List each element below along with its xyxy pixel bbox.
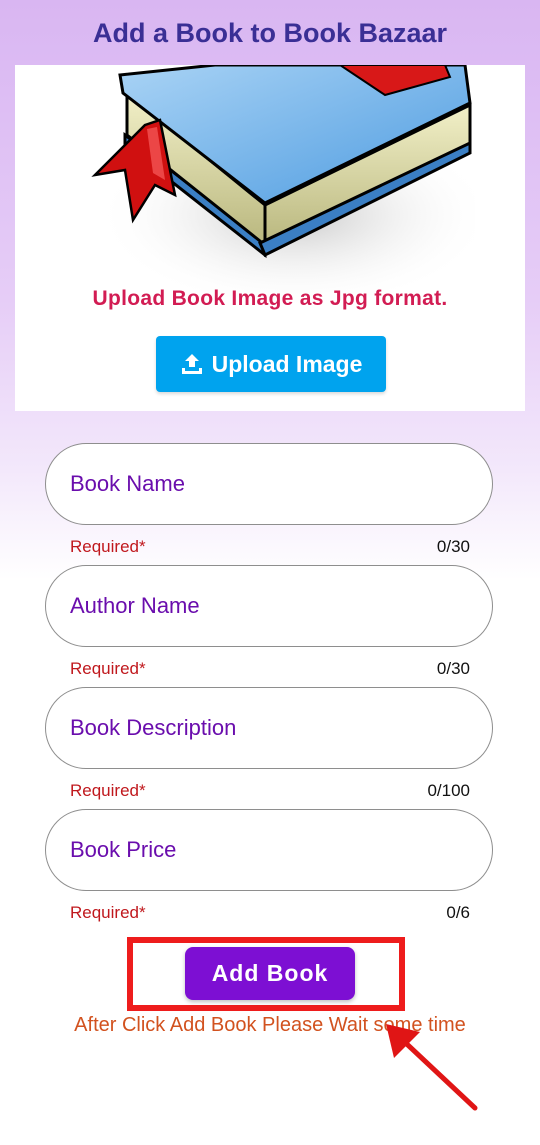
upload-image-button[interactable]: Upload Image (156, 336, 386, 392)
book-name-field[interactable]: Book Name (45, 443, 493, 525)
book-price-field[interactable]: Book Price (45, 809, 493, 891)
char-counter: 0/30 (436, 537, 470, 556)
upload-hint-text: Upload Book Image as Jpg format. (92, 287, 448, 310)
author-name-field[interactable]: Author Name (45, 565, 493, 647)
annotation-arrow-icon (386, 1024, 478, 1111)
required-label: Required* (70, 537, 146, 556)
book-price-placeholder: Book Price (70, 837, 177, 862)
char-counter: 0/100 (427, 781, 470, 800)
upload-button-label: Upload Image (211, 350, 363, 377)
required-label: Required* (70, 903, 146, 922)
page-title: Add a Book to Book Bazaar (92, 18, 448, 48)
book-image-card: Upload Book Image as Jpg format. Upload … (15, 65, 525, 411)
upload-icon (181, 354, 202, 374)
required-label: Required* (70, 781, 146, 800)
book-description-field[interactable]: Book Description (45, 687, 493, 769)
book-illustration (91, 65, 475, 310)
char-counter: 0/6 (446, 903, 470, 922)
required-label: Required* (70, 659, 146, 678)
book-name-placeholder: Book Name (70, 471, 185, 496)
char-counter: 0/30 (436, 659, 470, 678)
add-book-button[interactable]: Add Book (185, 947, 355, 1000)
author-name-placeholder: Author Name (70, 593, 200, 618)
book-description-placeholder: Book Description (70, 715, 237, 740)
